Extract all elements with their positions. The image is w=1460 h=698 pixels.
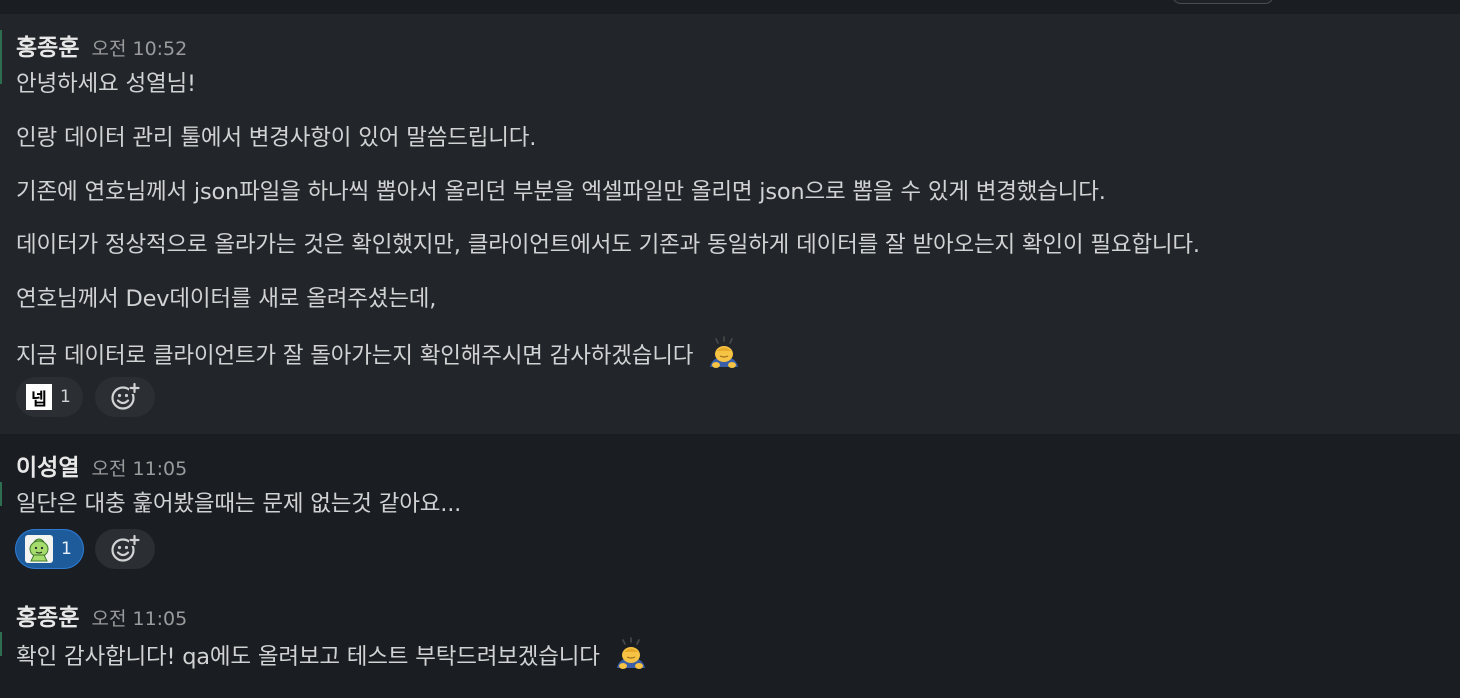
message-accent — [0, 30, 2, 84]
bowing-person-emoji — [616, 637, 645, 669]
message-line-with-emoji: 지금 데이터로 클라이언트가 잘 돌아가는지 확인해주시면 감사하겠습니다 — [16, 335, 742, 371]
author-name[interactable]: 홍종훈 — [16, 28, 79, 62]
timestamp[interactable]: 오전 11:05 — [91, 604, 187, 631]
message-line: 연호님께서 Dev데이터를 새로 올려주셨는데, — [16, 286, 437, 312]
top-edge — [0, 0, 1460, 14]
message-line: 기존에 연호님께서 json파일을 하나씩 뽑아서 올리던 부분을 엑셀파일만 … — [16, 179, 1106, 205]
message-line: 인랑 데이터 관리 툴에서 변경사항이 있어 말씀드립니다. — [16, 125, 537, 151]
green-character-custom-emoji — [25, 535, 53, 563]
timestamp[interactable]: 오전 10:52 — [91, 34, 187, 61]
message-accent — [0, 632, 2, 656]
message-line: 확인 감사합니다! qa에도 올려보고 테스트 부탁드려보겠습니다 — [16, 644, 600, 670]
message-header: 이성열 오전 11:05 — [16, 448, 187, 482]
message-accent — [0, 482, 2, 506]
message-line: 데이터가 정상적으로 올라가는 것은 확인했지만, 클라이언트에서도 기존과 동… — [16, 232, 1200, 258]
message-header: 홍종훈 오전 10:52 — [16, 28, 187, 62]
bowing-person-emoji — [710, 336, 739, 368]
author-name[interactable]: 홍종훈 — [16, 598, 79, 632]
add-reaction-button[interactable] — [95, 529, 155, 569]
message-line: 지금 데이터로 클라이언트가 잘 돌아가는지 확인해주시면 감사하겠습니다 — [16, 343, 694, 369]
message-line: 일단은 대충 훑어봤을때는 문제 없는것 같아요... — [16, 491, 462, 517]
add-reaction-icon — [111, 534, 140, 562]
message-header: 홍종훈 오전 11:05 — [16, 598, 187, 632]
message-3[interactable]: 홍종훈 오전 11:05 확인 감사합니다! qa에도 올려보고 테스트 부탁드… — [0, 586, 1460, 698]
jump-pill-edge[interactable] — [1172, 0, 1274, 4]
reaction-nep[interactable]: 넵 1 — [16, 377, 83, 417]
message-line: 안녕하세요 성열님! — [16, 71, 196, 97]
author-name[interactable]: 이성열 — [16, 448, 79, 482]
reaction-count: 1 — [60, 387, 71, 407]
add-reaction-icon — [111, 382, 140, 410]
message-2[interactable]: 이성열 오전 11:05 일단은 대충 훑어봤을때는 문제 없는것 같아요...… — [0, 436, 1460, 576]
nep-custom-emoji: 넵 — [26, 384, 52, 410]
message-1[interactable]: 홍종훈 오전 10:52 안녕하세요 성열님! 인랑 데이터 관리 툴에서 변경… — [0, 14, 1460, 434]
message-line-with-emoji: 확인 감사합니다! qa에도 올려보고 테스트 부탁드려보겠습니다 — [16, 636, 649, 672]
timestamp[interactable]: 오전 11:05 — [91, 454, 187, 481]
reaction-count: 1 — [61, 539, 72, 559]
reaction-green-character[interactable]: 1 — [15, 529, 84, 569]
add-reaction-button[interactable] — [95, 377, 155, 417]
